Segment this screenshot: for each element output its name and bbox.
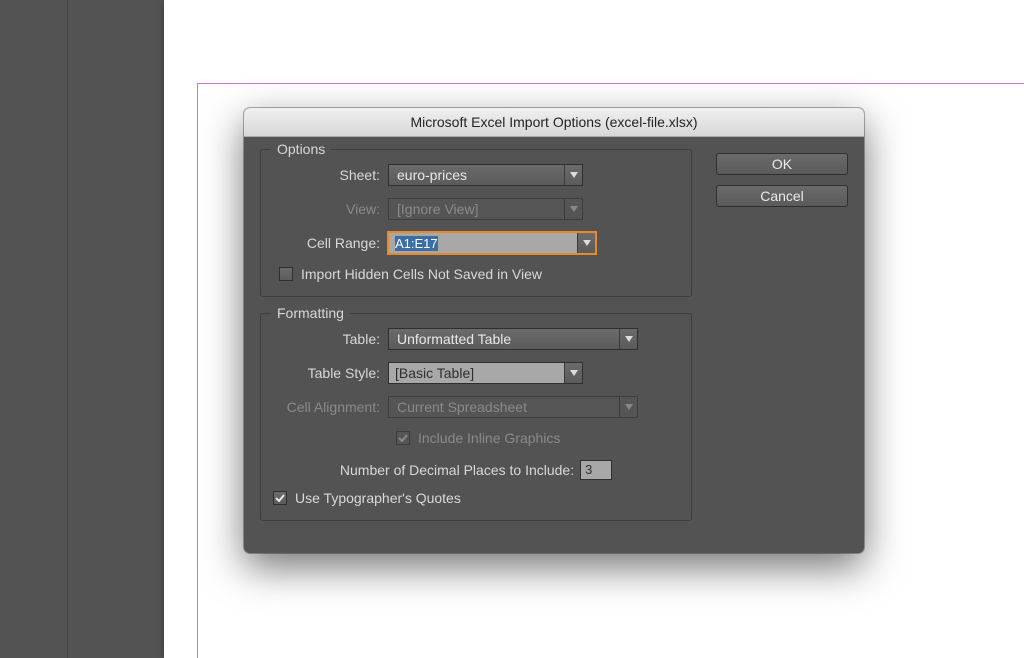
cancel-button[interactable]: Cancel [716, 185, 848, 207]
cell-range-combo[interactable] [388, 232, 596, 254]
chevron-down-icon[interactable] [577, 233, 595, 253]
view-dropdown: [Ignore View] [388, 198, 583, 220]
table-dropdown[interactable]: Unformatted Table [388, 328, 638, 350]
chevron-down-icon [619, 397, 637, 417]
cell-alignment-value: Current Spreadsheet [397, 399, 527, 415]
sheet-value: euro-prices [397, 167, 467, 183]
typographers-label: Use Typographer's Quotes [295, 490, 461, 506]
import-dialog: Microsoft Excel Import Options (excel-fi… [244, 108, 864, 553]
view-label: View: [273, 201, 388, 217]
chevron-down-icon [619, 329, 637, 349]
include-inline-checkbox [396, 431, 410, 445]
sheet-dropdown[interactable]: euro-prices [388, 164, 583, 186]
options-group-label: Options [271, 141, 331, 157]
decimal-label: Number of Decimal Places to Include: [340, 462, 574, 478]
include-inline-label: Include Inline Graphics [418, 430, 560, 446]
formatting-group: Formatting Table: Unformatted Table Tabl… [260, 313, 692, 521]
import-hidden-label: Import Hidden Cells Not Saved in View [301, 266, 542, 282]
chevron-down-icon [564, 199, 582, 219]
typographers-checkbox[interactable] [273, 491, 287, 505]
cell-range-label: Cell Range: [273, 235, 388, 251]
chevron-down-icon [564, 165, 582, 185]
decimal-input[interactable]: 3 [580, 460, 612, 480]
formatting-group-label: Formatting [271, 305, 350, 321]
vertical-guide [67, 0, 68, 658]
table-style-value: [Basic Table] [395, 365, 474, 381]
options-group: Options Sheet: euro-prices View: [Ignore… [260, 149, 692, 297]
cell-alignment-label: Cell Alignment: [273, 399, 388, 415]
view-value: [Ignore View] [397, 201, 478, 217]
table-style-dropdown[interactable]: [Basic Table] [388, 362, 583, 384]
cell-alignment-dropdown: Current Spreadsheet [388, 396, 638, 418]
import-hidden-checkbox[interactable] [279, 267, 293, 281]
table-label: Table: [273, 331, 388, 347]
table-style-label: Table Style: [273, 365, 388, 381]
sheet-label: Sheet: [273, 167, 388, 183]
chevron-down-icon [564, 363, 582, 383]
cell-range-input[interactable] [389, 233, 577, 253]
table-value: Unformatted Table [397, 331, 511, 347]
dialog-title: Microsoft Excel Import Options (excel-fi… [244, 108, 864, 137]
ok-button[interactable]: OK [716, 153, 848, 175]
